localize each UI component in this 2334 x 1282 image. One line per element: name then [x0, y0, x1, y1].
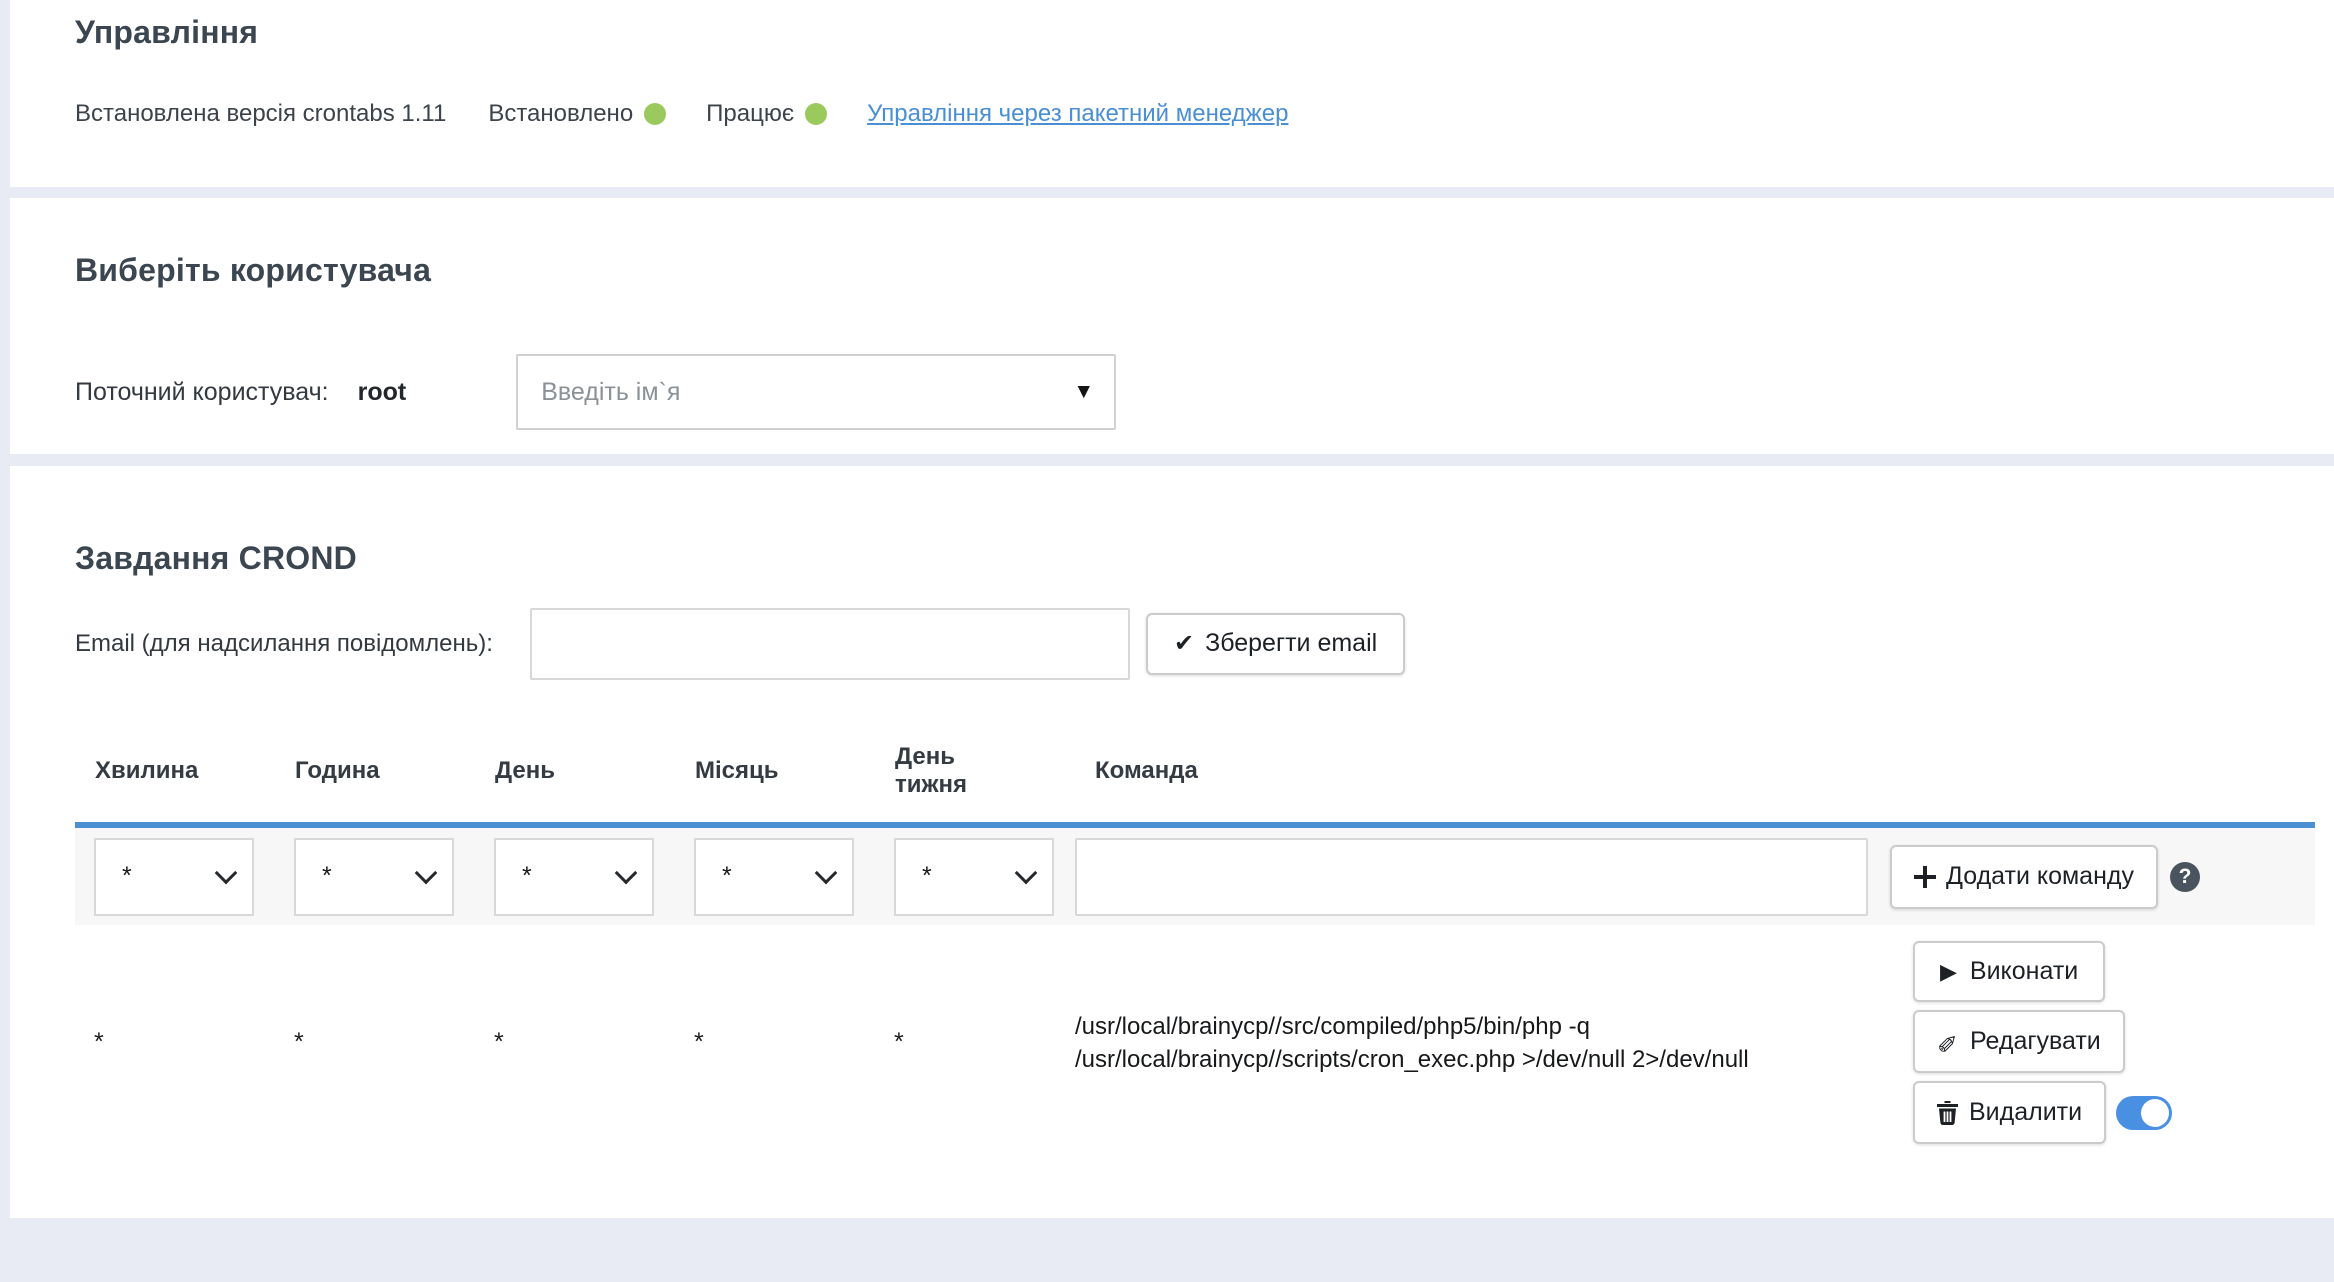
package-manager-link[interactable]: Управління через пакетний менеджер: [867, 100, 1288, 128]
chevron-down-icon: [415, 862, 438, 885]
minute-select[interactable]: *: [94, 838, 254, 916]
command-input[interactable]: [1075, 838, 1868, 916]
row-hour: *: [275, 1028, 475, 1057]
installed-status-label: Встановлено: [488, 100, 633, 128]
help-icon[interactable]: ?: [2170, 862, 2200, 892]
toggle-knob: [2141, 1099, 2169, 1127]
row-command: /usr/local/brainycp//src/compiled/php5/b…: [1075, 1010, 1913, 1076]
chevron-down-icon: [815, 862, 838, 885]
pencil-icon: ✎: [1937, 1027, 1958, 1057]
row-day: *: [475, 1028, 675, 1057]
add-command-button[interactable]: Додати команду: [1890, 845, 2158, 909]
plus-icon: [1914, 866, 1936, 888]
crond-title: Завдання CROND: [75, 540, 2334, 576]
current-user-row: Поточний користувач: root Введіть ім`я ▼: [75, 354, 2334, 430]
run-button[interactable]: ▶ Виконати: [1913, 941, 2105, 1002]
cron-task-row: * * * * * /usr/local/brainycp//src/compi…: [75, 925, 2315, 1160]
row-month: *: [675, 1028, 875, 1057]
management-card: Управління Встановлена версія crontabs 1…: [10, 0, 2334, 187]
header-day: День: [475, 757, 675, 785]
chevron-down-icon: [215, 862, 238, 885]
running-status-dot: [805, 103, 827, 125]
cron-table: Хвилина Година День Місяць День тижня Ко…: [75, 743, 2315, 1160]
email-input[interactable]: [530, 608, 1130, 680]
check-icon: ✔: [1174, 629, 1194, 658]
day-select[interactable]: *: [494, 838, 654, 916]
row-actions: ▶ Виконати ✎ Редагувати: [1913, 941, 2315, 1144]
email-row: Email (для надсилання повідомлень): ✔ Зб…: [75, 606, 2334, 681]
hour-select[interactable]: *: [294, 838, 454, 916]
user-select-dropdown[interactable]: Введіть ім`я ▼: [516, 354, 1116, 430]
row-minute: *: [75, 1028, 275, 1057]
crond-tasks-card: Завдання CROND Email (для надсилання пов…: [10, 466, 2334, 1218]
chevron-down-icon: [615, 862, 638, 885]
installed-status: Встановлено: [488, 100, 666, 128]
current-user-value: root: [358, 378, 407, 407]
management-status-row: Встановлена версія crontabs 1.11 Встанов…: [75, 100, 2334, 128]
month-select[interactable]: *: [694, 838, 854, 916]
management-title: Управління: [75, 14, 2334, 50]
header-month: Місяць: [675, 757, 875, 785]
header-hour: Година: [275, 757, 475, 785]
play-icon: ▶: [1940, 959, 1957, 985]
header-weekday: День тижня: [875, 743, 1075, 799]
email-label: Email (для надсилання повідомлень):: [75, 630, 530, 658]
add-command-row: * * * *: [75, 828, 2315, 925]
running-status-label: Працює: [706, 100, 794, 128]
chevron-down-icon: [1015, 862, 1038, 885]
header-minute: Хвилина: [75, 757, 275, 785]
header-command: Команда: [1075, 757, 2315, 785]
save-email-button[interactable]: ✔ Зберегти email: [1146, 613, 1405, 675]
row-weekday: *: [875, 1028, 1075, 1057]
installed-status-dot: [644, 103, 666, 125]
edit-button[interactable]: ✎ Редагувати: [1913, 1010, 2125, 1073]
select-user-title: Виберіть користувача: [75, 252, 2334, 288]
user-select-placeholder: Введіть ім`я: [541, 378, 680, 407]
cron-enabled-toggle[interactable]: [2116, 1096, 2172, 1130]
dropdown-caret-icon: ▼: [1073, 380, 1094, 404]
weekday-select[interactable]: *: [894, 838, 1054, 916]
current-user-label: Поточний користувач:: [75, 378, 329, 407]
select-user-card: Виберіть користувача Поточний користувач…: [10, 198, 2334, 454]
delete-button[interactable]: Видалити: [1913, 1081, 2106, 1144]
cron-table-header: Хвилина Година День Місяць День тижня Ко…: [75, 743, 2315, 799]
installed-version-text: Встановлена версія crontabs 1.11: [75, 100, 446, 128]
running-status: Працює: [706, 100, 827, 128]
trash-icon: [1937, 1101, 1958, 1125]
